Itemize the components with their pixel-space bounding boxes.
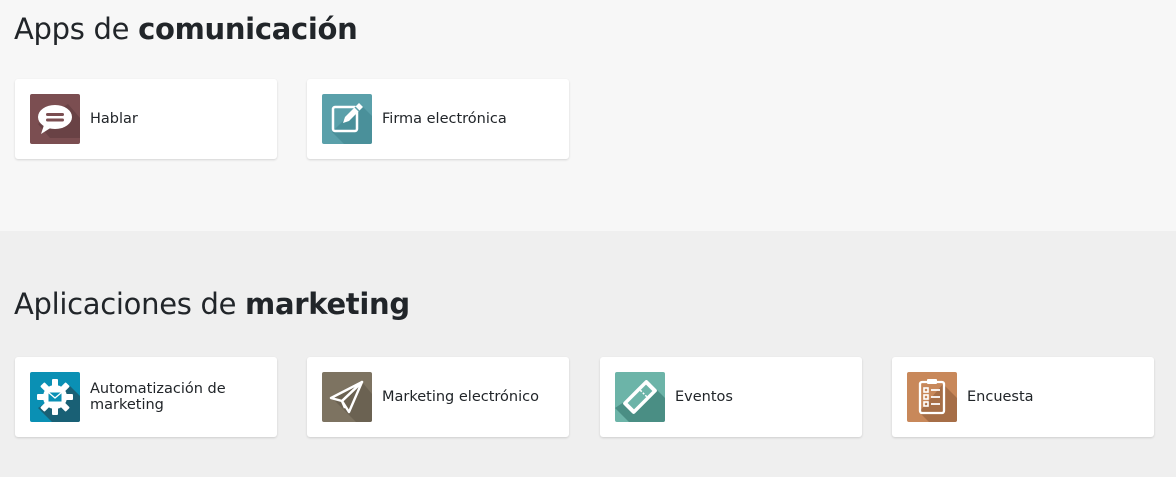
app-card-eventos[interactable]: Eventos <box>600 357 862 437</box>
app-label: Automatización de marketing <box>90 381 226 413</box>
app-card-encuesta[interactable]: Encuesta <box>892 357 1154 437</box>
app-card-firma-electronica[interactable]: Firma electrónica <box>307 79 569 159</box>
app-card-automatizacion-marketing[interactable]: Automatización de marketing <box>15 357 277 437</box>
signature-pen-icon <box>322 94 372 144</box>
clipboard-checklist-icon <box>907 372 957 422</box>
gear-envelope-icon <box>30 372 80 422</box>
app-label: Hablar <box>90 111 138 127</box>
communication-heading: Apps de comunicación <box>14 12 358 46</box>
app-label: Marketing electrónico <box>382 389 539 405</box>
app-card-marketing-electronico[interactable]: Marketing electrónico <box>307 357 569 437</box>
communication-section: Apps de comunicación Hablar Firma electr… <box>0 0 1176 231</box>
app-label: Eventos <box>675 389 733 405</box>
paper-plane-icon <box>322 372 372 422</box>
chat-bubble-icon <box>30 94 80 144</box>
marketing-section: Aplicaciones de marketing Automatización… <box>0 231 1176 477</box>
ticket-icon <box>615 372 665 422</box>
app-label: Encuesta <box>967 389 1034 405</box>
marketing-heading: Aplicaciones de marketing <box>14 287 410 321</box>
app-label: Firma electrónica <box>382 111 507 127</box>
app-card-hablar[interactable]: Hablar <box>15 79 277 159</box>
